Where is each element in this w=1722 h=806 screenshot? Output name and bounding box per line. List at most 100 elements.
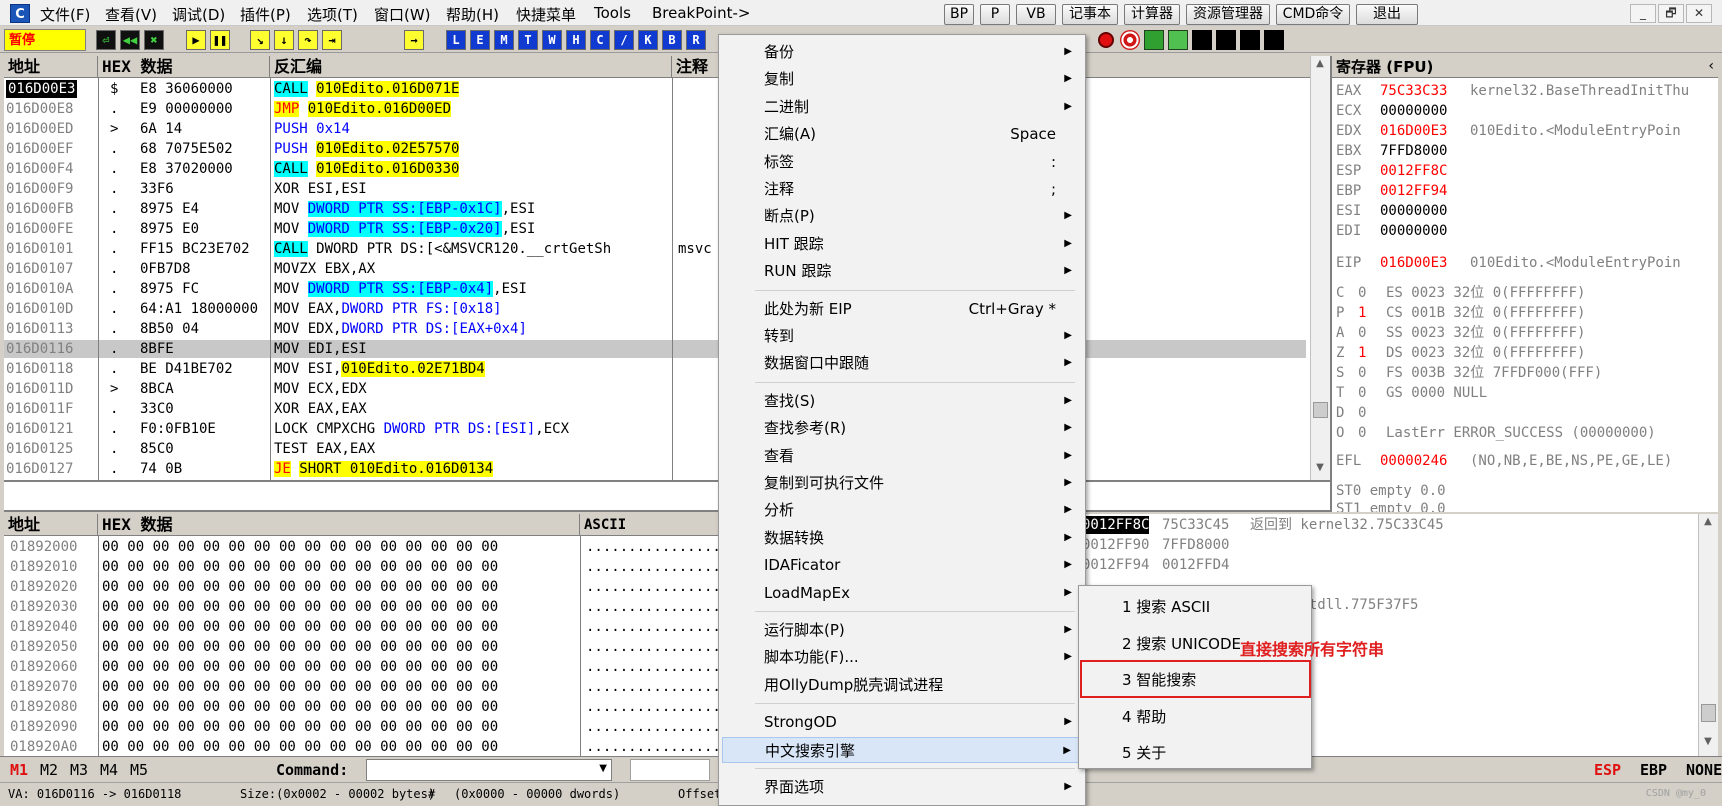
toolbar-button-2[interactable]: VB (1016, 4, 1056, 25)
menu-2[interactable]: 调试(D) (172, 4, 225, 25)
marker-1[interactable]: M1 (10, 761, 28, 779)
context-item[interactable]: LoadMapEx ▶ (722, 580, 1082, 606)
register-row-esp[interactable]: ESP 0012FF8C (1336, 162, 1716, 180)
disasm-header-address[interactable]: 地址 (4, 56, 98, 78)
register-row-ebx[interactable]: EBX 7FFD8000 (1336, 142, 1716, 160)
toolbar-icon-5[interactable]: ↘ (250, 30, 270, 50)
register-row-edx[interactable]: EDX 016D00E3 010Edito.<ModuleEntryPoin (1336, 122, 1716, 140)
menu-0[interactable]: 文件(F) (40, 4, 90, 25)
black-slot-icon[interactable] (1264, 30, 1284, 50)
red-dot-icon[interactable] (1098, 32, 1114, 48)
register-row-eip[interactable]: EIP 016D00E3 010Edito.<ModuleEntryPoin (1336, 254, 1716, 272)
toolbar-icon-11[interactable]: E (470, 30, 490, 50)
disasm-row[interactable]: 016D0125. 85C0 TEST EAX,EAX (4, 440, 1306, 458)
context-item[interactable]: 转到 ▶ (722, 323, 1082, 349)
flag-row[interactable]: A 0 SS 0023 32位 0(FFFFFFFF) (1336, 324, 1716, 342)
toolbar-button-1[interactable]: P (980, 4, 1010, 25)
disasm-row[interactable]: 016D0127. 74 0B JE SHORT 010Edito.016D0134 (4, 460, 1306, 478)
register-row-ecx[interactable]: ECX 00000000 (1336, 102, 1716, 120)
dump-header-address[interactable]: 地址 (4, 514, 98, 536)
context-item[interactable]: 复制到可执行文件 ▶ (722, 470, 1082, 496)
context-item[interactable]: IDAFicator ▶ (722, 552, 1082, 578)
disasm-row[interactable]: 016D00FE. 8975 E0 MOV DWORD PTR SS:[EBP-0x… (4, 220, 1306, 238)
dump-row[interactable]: 01892060 00 00 00 00 00 00 00 00 00 00 00… (4, 658, 722, 676)
dump-row[interactable]: 01892020 00 00 00 00 00 00 00 00 00 00 00… (4, 578, 722, 596)
context-item[interactable]: 注释; (722, 176, 1082, 202)
toolbar-icon-14[interactable]: W (542, 30, 562, 50)
black-slot-icon[interactable] (1240, 30, 1260, 50)
dump-row[interactable]: 018920A0 00 00 00 00 00 00 00 00 00 00 00… (4, 738, 722, 756)
register-value[interactable]: 00000000 (1380, 202, 1447, 220)
toolbar-icon-8[interactable]: ⇥ (322, 30, 342, 50)
disassembly-panel[interactable]: 地址 HEX 数据 反汇编 注释 016D00E3 $ E8 36060000 CAL… (4, 56, 1330, 480)
toolbar-icon-20[interactable]: R (686, 30, 706, 50)
register-row-edi[interactable]: EDI 00000000 (1336, 222, 1716, 240)
scroll-thumb[interactable] (1313, 402, 1328, 418)
register-value[interactable]: 016D00E3 (1380, 122, 1447, 140)
context-item[interactable]: 二进制 ▶ (722, 94, 1082, 120)
flag-row[interactable]: Z 1 DS 0023 32位 0(FFFFFFFF) (1336, 344, 1716, 362)
context-item[interactable]: 查看 ▶ (722, 443, 1082, 469)
context-item[interactable]: 脚本功能(F)... ▶ (722, 644, 1082, 670)
registers-header[interactable]: 寄存器 (FPU) (1332, 56, 1718, 78)
context-item[interactable]: 标签: (722, 149, 1082, 175)
window-green-icon[interactable] (1168, 30, 1188, 50)
toolbar-icon-15[interactable]: H (566, 30, 586, 50)
toolbar-icon-13[interactable]: T (518, 30, 538, 50)
flag-bit[interactable]: 0 (1358, 324, 1366, 342)
toolbar-icon-7[interactable]: ↷ (298, 30, 318, 50)
dump-header-ascii[interactable]: ASCII (580, 514, 722, 536)
flag-bit[interactable]: 0 (1358, 424, 1366, 442)
context-item[interactable]: 运行脚本(P) ▶ (722, 617, 1082, 643)
disasm-row[interactable]: 016D00ED >6A 14 PUSH 0x14 (4, 120, 1306, 138)
menu-6[interactable]: 帮助(H) (446, 4, 499, 25)
flag-row[interactable]: S 0 FS 003B 32位 7FFDF000(FFF) (1336, 364, 1716, 382)
restore-button[interactable]: 🗗 (1658, 4, 1684, 23)
context-item[interactable]: RUN 跟踪 ▶ (722, 258, 1082, 284)
stack-row[interactable]: 0012FF90 7FFD8000 (1082, 536, 1692, 554)
toolbar-button-0[interactable]: BP (944, 4, 974, 25)
context-item[interactable]: 汇编(A) Space (722, 121, 1082, 147)
flag-bit[interactable]: 0 (1358, 384, 1366, 402)
submenu-item-4[interactable]: 4 帮助 (1082, 700, 1308, 734)
flag-bit[interactable]: 0 (1358, 284, 1366, 302)
register-value[interactable]: 00000000 (1380, 222, 1447, 240)
flag-bit[interactable]: 1 (1358, 304, 1366, 322)
status-reg-ebp[interactable]: EBP (1640, 761, 1667, 779)
menu-8[interactable]: Tools (594, 4, 631, 22)
toolbar-icon-19[interactable]: B (662, 30, 682, 50)
command-input[interactable]: ▼ (366, 759, 612, 781)
register-row-eax[interactable]: EAX 75C33C33 kernel32.BaseThreadInitThu (1336, 82, 1716, 100)
grid-green-icon[interactable] (1144, 30, 1164, 50)
menu-7[interactable]: 快捷菜单 (516, 4, 576, 25)
register-row-efl[interactable]: EFL 00000246 (NO,NB,E,BE,NS,PE,GE,LE) (1336, 452, 1716, 470)
target-icon[interactable] (1120, 30, 1140, 50)
menu-9[interactable]: BreakPoint-> (652, 4, 750, 22)
toolbar-icon-0[interactable]: ⏎ (96, 30, 116, 50)
toolbar-icon-16[interactable]: C (590, 30, 610, 50)
toolbar-icon-3[interactable]: ▶ (186, 30, 206, 50)
dump-row[interactable]: 01892070 00 00 00 00 00 00 00 00 00 00 00… (4, 678, 722, 696)
flag-bit[interactable]: 0 (1358, 404, 1366, 422)
scroll-thumb[interactable] (1701, 704, 1716, 722)
dump-header-hex[interactable]: HEX 数据 (98, 514, 580, 536)
stack-row[interactable]: 0012FF94 0012FFD4 (1082, 556, 1692, 574)
register-value[interactable]: 0012FF8C (1380, 162, 1447, 180)
toolbar-button-3[interactable]: 记事本 (1062, 4, 1118, 25)
register-row-esi[interactable]: ESI 00000000 (1336, 202, 1716, 220)
context-item[interactable]: 分析 ▶ (722, 497, 1082, 523)
register-value[interactable]: 0012FF94 (1380, 182, 1447, 200)
flag-row[interactable]: C 0 ES 0023 32位 0(FFFFFFFF) (1336, 284, 1716, 302)
disasm-row[interactable]: 016D010A. 8975 FC MOV DWORD PTR SS:[EBP-0x… (4, 280, 1306, 298)
dump-row[interactable]: 01892080 00 00 00 00 00 00 00 00 00 00 00… (4, 698, 722, 716)
minimize-button[interactable]: _ (1630, 4, 1656, 23)
disasm-row[interactable]: 016D00E3 $ E8 36060000 CALL 010Edito.016D07… (4, 80, 1306, 98)
close-button[interactable]: ✕ (1686, 4, 1712, 23)
toolbar-icon-17[interactable]: / (614, 30, 634, 50)
register-value[interactable]: 7FFD8000 (1380, 142, 1447, 160)
toolbar-button-6[interactable]: CMD命令 (1276, 4, 1350, 25)
dump-row[interactable]: 01892000 00 00 00 00 00 00 00 00 00 00 00… (4, 538, 722, 556)
dump-row[interactable]: 01892030 00 00 00 00 00 00 00 00 00 00 00… (4, 598, 722, 616)
menu-1[interactable]: 查看(V) (105, 4, 157, 25)
flag-row[interactable]: D0 (1336, 404, 1716, 422)
